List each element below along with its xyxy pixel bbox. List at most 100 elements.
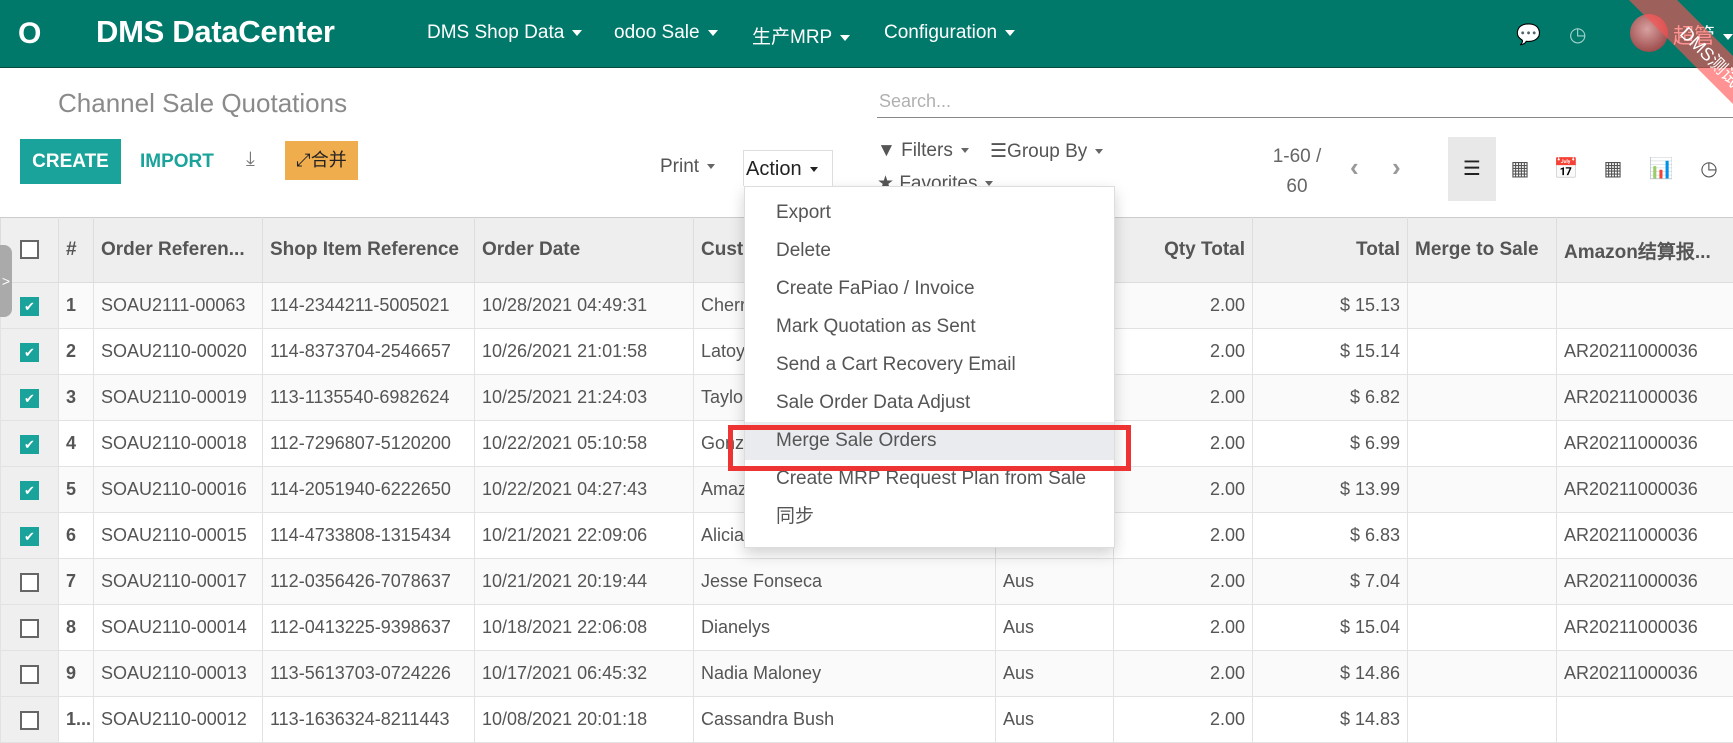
- action-label: Action: [746, 158, 802, 180]
- column-header-qty-total[interactable]: Qty Total: [1114, 218, 1253, 283]
- row-select-checkbox[interactable]: [1, 697, 59, 743]
- column-header-order-date[interactable]: Order Date: [475, 218, 694, 283]
- cell-order-reference: SOAU2110-00016: [94, 467, 263, 513]
- filters-label: Filters: [901, 140, 953, 161]
- kanban-view-icon[interactable]: ▦: [1496, 137, 1544, 201]
- checkbox[interactable]: [20, 711, 39, 730]
- row-select-checkbox[interactable]: ✔: [1, 513, 59, 559]
- column-header-number[interactable]: #: [59, 218, 94, 283]
- cell-order-reference: SOAU2110-00020: [94, 329, 263, 375]
- cell-qty-total: 2.00: [1114, 513, 1253, 559]
- pager-range: 1-60 /: [1262, 142, 1332, 172]
- pivot-view-icon[interactable]: ▦: [1589, 137, 1637, 201]
- cell-merge-to-sale: [1408, 605, 1557, 651]
- clock-activity-icon[interactable]: ◷: [1569, 22, 1586, 47]
- cell-merge-to-sale: [1408, 467, 1557, 513]
- cell-total: $ 15.13: [1253, 283, 1408, 329]
- download-icon[interactable]: ⤓: [246, 148, 266, 170]
- checkbox[interactable]: [20, 665, 39, 684]
- cell-customer: Dianelys: [694, 605, 996, 651]
- cell-shop-item-reference: 114-2051940-6222650: [263, 467, 475, 513]
- cell-number: 2: [59, 329, 94, 375]
- caret-down-icon: [840, 35, 850, 41]
- merge-button[interactable]: ⤢合并: [285, 141, 358, 180]
- caret-down-icon: [961, 148, 969, 153]
- column-header-amazon-settlement[interactable]: Amazon结算报...: [1557, 218, 1733, 283]
- row-select-checkbox[interactable]: ✔: [1, 421, 59, 467]
- cell-amazon-settlement: AR20211000036: [1557, 329, 1733, 375]
- cell-total: $ 14.86: [1253, 651, 1408, 697]
- import-button[interactable]: IMPORT: [140, 139, 214, 184]
- menu-label: odoo Sale: [614, 22, 700, 43]
- action-menu-item[interactable]: Sale Order Data Adjust: [745, 384, 1114, 422]
- cell-shop-item-reference: 113-1135540-6982624: [263, 375, 475, 421]
- menu-label: Configuration: [884, 22, 997, 43]
- action-menu-item[interactable]: 同步: [745, 498, 1114, 536]
- action-menu-item[interactable]: Create FaPiao / Invoice: [745, 270, 1114, 308]
- column-header-order-reference[interactable]: Order Referen...: [94, 218, 263, 283]
- menu-mrp[interactable]: 生产MRP: [752, 22, 850, 49]
- odoo-logo-icon[interactable]: O: [18, 17, 48, 51]
- pager-value[interactable]: 1-60 /60: [1262, 142, 1332, 202]
- row-select-checkbox[interactable]: [1, 559, 59, 605]
- checkbox[interactable]: [20, 573, 39, 592]
- graph-view-icon[interactable]: 📊: [1637, 137, 1685, 201]
- app-brand[interactable]: DMS DataCenter: [96, 14, 335, 50]
- checkbox-checked[interactable]: ✔: [20, 297, 39, 316]
- checkbox[interactable]: [20, 240, 39, 259]
- action-menu-item[interactable]: Delete: [745, 232, 1114, 270]
- checkbox-checked[interactable]: ✔: [20, 435, 39, 454]
- pager-next-icon[interactable]: ›: [1392, 152, 1401, 183]
- cell-number: 8: [59, 605, 94, 651]
- action-menu-item[interactable]: Mark Quotation as Sent: [745, 308, 1114, 346]
- table-row[interactable]: 1...SOAU2110-00012113-1636324-821144310/…: [1, 697, 1733, 743]
- activity-view-icon[interactable]: ◷: [1685, 137, 1733, 201]
- create-button[interactable]: CREATE: [20, 139, 121, 184]
- checkbox-checked[interactable]: ✔: [20, 527, 39, 546]
- action-menu-item[interactable]: Send a Cart Recovery Email: [745, 346, 1114, 384]
- row-select-checkbox[interactable]: ✔: [1, 467, 59, 513]
- cell-shop-item-reference: 114-2344211-5005021: [263, 283, 475, 329]
- cell-amazon-settlement: AR20211000036: [1557, 513, 1733, 559]
- row-select-checkbox[interactable]: ✔: [1, 329, 59, 375]
- row-select-checkbox[interactable]: [1, 651, 59, 697]
- print-dropdown[interactable]: Print: [660, 156, 715, 178]
- pager-previous-icon[interactable]: ‹: [1350, 152, 1359, 183]
- filters-dropdown[interactable]: ▼ Filters: [877, 140, 969, 162]
- menu-odoo-sale[interactable]: odoo Sale: [614, 22, 718, 44]
- action-dropdown[interactable]: Action: [743, 150, 833, 186]
- cell-total: $ 15.04: [1253, 605, 1408, 651]
- column-header-shop-item-reference[interactable]: Shop Item Reference: [263, 218, 475, 283]
- calendar-view-icon[interactable]: 📅: [1542, 137, 1590, 201]
- checkbox-checked[interactable]: ✔: [20, 389, 39, 408]
- table-row[interactable]: 8SOAU2110-00014112-0413225-939863710/18/…: [1, 605, 1733, 651]
- table-row[interactable]: 7SOAU2110-00017112-0356426-707863710/21/…: [1, 559, 1733, 605]
- menu-configuration[interactable]: Configuration: [884, 22, 1015, 44]
- row-select-checkbox[interactable]: [1, 605, 59, 651]
- action-menu-item[interactable]: Export: [745, 194, 1114, 232]
- cell-order-reference: SOAU2110-00019: [94, 375, 263, 421]
- cell-merge-to-sale: [1408, 651, 1557, 697]
- chat-icon[interactable]: 💬: [1516, 22, 1541, 47]
- cell-number: 6: [59, 513, 94, 559]
- list-view-icon[interactable]: ☰: [1448, 137, 1496, 201]
- page-title: Channel Sale Quotations: [58, 88, 347, 119]
- checkbox[interactable]: [20, 619, 39, 638]
- column-header-total[interactable]: Total: [1253, 218, 1408, 283]
- menu-dms-shop-data[interactable]: DMS Shop Data: [427, 22, 582, 44]
- cell-shop-item-reference: 112-7296807-5120200: [263, 421, 475, 467]
- row-select-checkbox[interactable]: ✔: [1, 375, 59, 421]
- checkbox-checked[interactable]: ✔: [20, 343, 39, 362]
- cell-amazon-settlement: [1557, 283, 1733, 329]
- cell-total: $ 6.82: [1253, 375, 1408, 421]
- search-input[interactable]: [877, 86, 1733, 118]
- cell-qty-total: 2.00: [1114, 283, 1253, 329]
- cell-order-reference: SOAU2110-00017: [94, 559, 263, 605]
- groupby-dropdown[interactable]: ☰Group By: [990, 140, 1103, 163]
- caret-down-icon: [707, 164, 715, 169]
- table-row[interactable]: 9SOAU2110-00013113-5613703-072422610/17/…: [1, 651, 1733, 697]
- cell-country: Aus: [996, 651, 1114, 697]
- checkbox-checked[interactable]: ✔: [20, 481, 39, 500]
- sidebar-toggle-handle[interactable]: >: [0, 245, 12, 317]
- column-header-merge-to-sale[interactable]: Merge to Sale: [1408, 218, 1557, 283]
